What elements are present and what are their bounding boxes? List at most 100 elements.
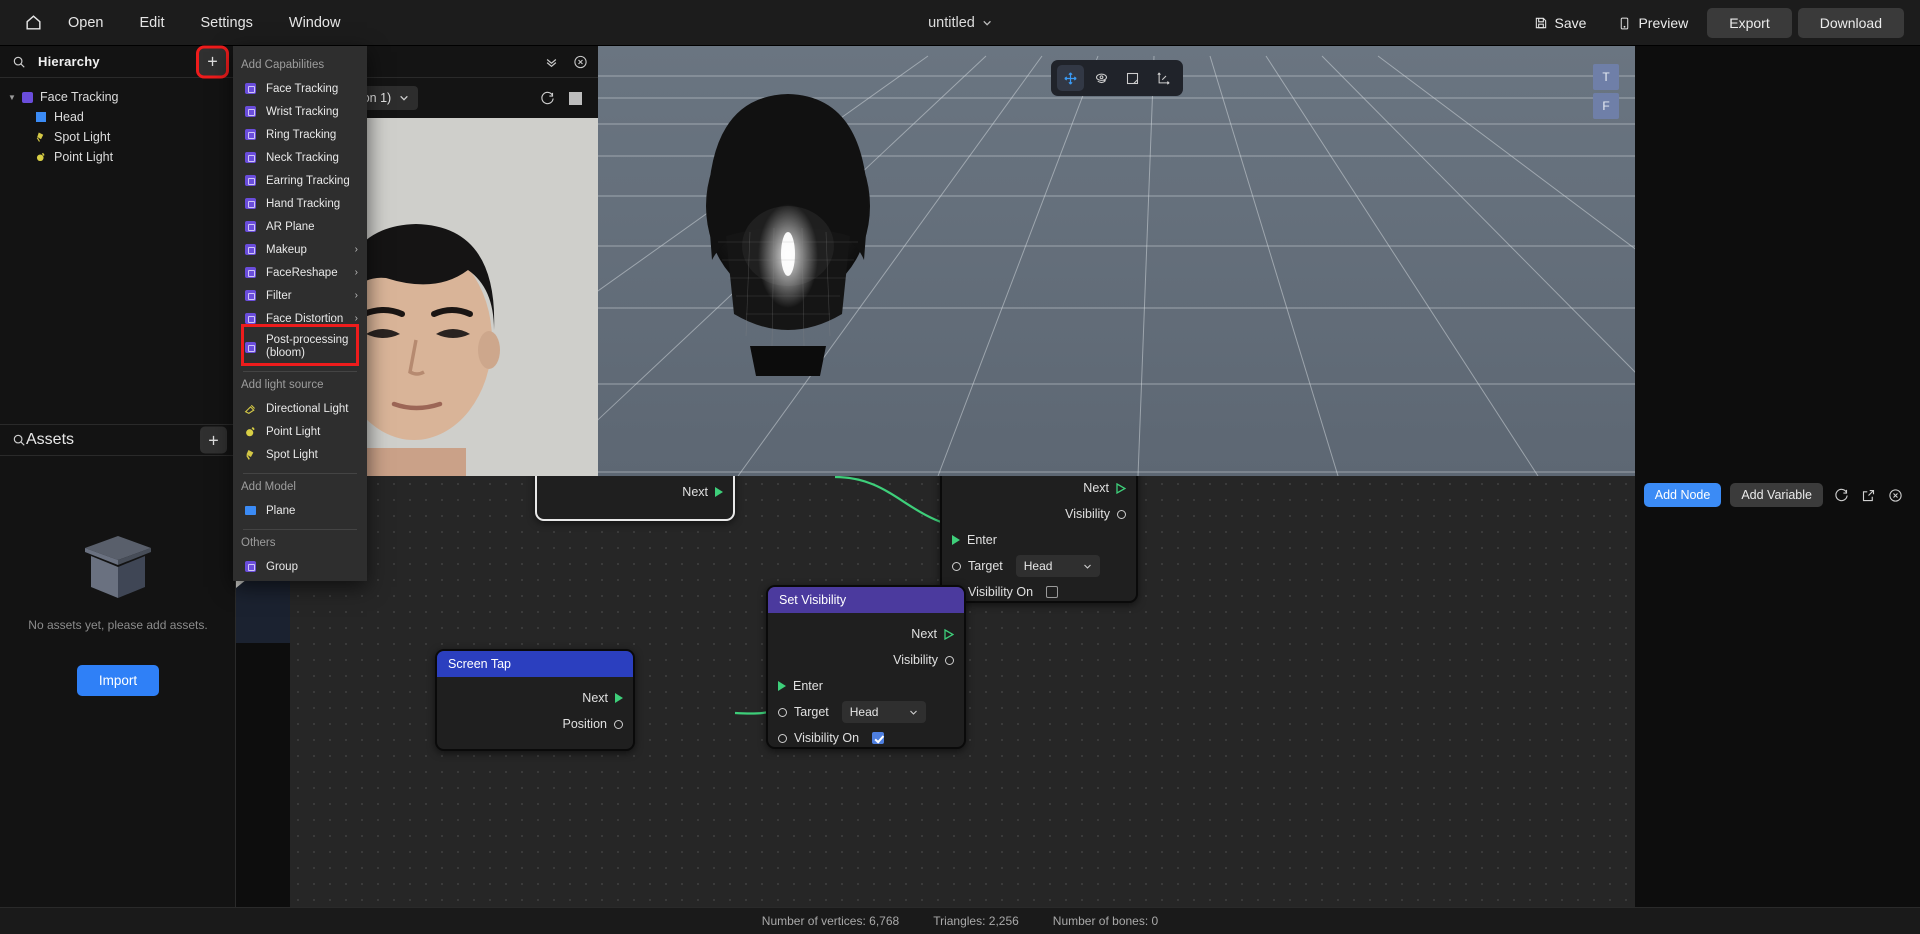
nodegraph-close-icon[interactable] (1886, 486, 1904, 504)
menu-item-ar-plane[interactable]: AR Plane (233, 215, 367, 238)
target-dropdown[interactable]: Head (1015, 555, 1100, 577)
menu-item-point-light[interactable]: Point Light (233, 420, 367, 443)
move-tool[interactable] (1056, 65, 1084, 91)
tree-item-head[interactable]: Head (0, 107, 235, 127)
scale-tool[interactable] (1119, 65, 1146, 91)
node-screen-tap[interactable]: Screen Tap Next Position (435, 649, 635, 751)
tree-item-point-light[interactable]: Point Light (0, 147, 235, 167)
data-port-icon[interactable] (778, 733, 787, 743)
export-button[interactable]: Export (1707, 8, 1792, 38)
target-dropdown[interactable]: Head (841, 701, 926, 723)
menu-item-directional-light[interactable]: Directional Light (233, 397, 367, 420)
node-title: Screen Tap (448, 657, 512, 671)
node-graph-canvas[interactable]: Start Next Screen Tap Next Position (290, 476, 1635, 907)
search-icon[interactable] (12, 55, 26, 69)
stop-square-icon[interactable] (569, 91, 582, 105)
node-set-visibility-1[interactable]: Set Visibility Next Visibility Enter Ta (940, 476, 1138, 603)
node-output-next[interactable]: Next (437, 685, 633, 711)
node-input-enter[interactable]: Enter (942, 527, 1136, 553)
menu-item-earring-tracking[interactable]: Earring Tracking (233, 169, 367, 192)
hierarchy-tree: ▼ Face Tracking Head Spot Light Point Li… (0, 78, 235, 167)
menu-section-header: Add light source (241, 379, 324, 391)
chevron-down-icon (400, 95, 409, 101)
menu-item-spot-light[interactable]: Spot Light (233, 443, 367, 466)
menu-item-filter[interactable]: Filter › (233, 284, 367, 307)
exec-port-icon[interactable] (715, 487, 723, 497)
mesh-icon (32, 110, 50, 124)
home-icon[interactable] (22, 12, 44, 34)
menu-item-label: Filter (266, 289, 292, 302)
save-button[interactable]: Save (1521, 8, 1600, 38)
assets-add-button[interactable]: + (200, 426, 227, 454)
node-input-target[interactable]: Target Head (768, 699, 964, 725)
menu-item-wrist-tracking[interactable]: Wrist Tracking (233, 100, 367, 123)
node-output-visibility[interactable]: Visibility (942, 501, 1136, 527)
menu-window[interactable]: Window (277, 11, 353, 35)
menu-item-post-processing-bloom[interactable]: Post-processing (bloom) (233, 330, 367, 364)
nodegraph-refresh-icon[interactable] (1832, 486, 1850, 504)
node-output-next[interactable]: Next (768, 621, 964, 647)
add-variable-button[interactable]: Add Variable (1730, 483, 1823, 507)
axis-gizmo[interactable]: T F (1593, 64, 1619, 119)
search-icon[interactable] (12, 433, 26, 447)
data-port-icon[interactable] (614, 719, 623, 729)
nodegraph-popout-icon[interactable] (1859, 486, 1877, 504)
menu-item-hand-tracking[interactable]: Hand Tracking (233, 192, 367, 215)
rotate-tool[interactable] (1088, 65, 1115, 91)
exec-port-icon[interactable] (615, 693, 623, 703)
import-button[interactable]: Import (76, 665, 160, 696)
axis-gizmo-bottom[interactable]: F (1593, 93, 1619, 119)
menu-item-face-tracking[interactable]: Face Tracking (233, 77, 367, 100)
data-port-icon[interactable] (945, 655, 954, 665)
hierarchy-add-button[interactable]: + (196, 45, 229, 78)
visibility-on-checkbox[interactable] (872, 732, 885, 744)
group-icon (243, 560, 257, 574)
transform-tool[interactable] (1150, 65, 1177, 91)
data-port-icon[interactable] (1117, 509, 1126, 519)
menu-item-group[interactable]: Group (233, 555, 367, 578)
menu-item-plane[interactable]: Plane (233, 499, 367, 522)
data-port-icon[interactable] (952, 561, 961, 571)
expand-caret-icon[interactable]: ▼ (6, 93, 18, 102)
tree-item-face-tracking[interactable]: ▼ Face Tracking (0, 87, 235, 107)
download-button[interactable]: Download (1797, 8, 1904, 38)
node-output-visibility[interactable]: Visibility (768, 647, 964, 673)
node-output-next[interactable]: Next (942, 476, 1136, 501)
capability-icon (243, 289, 257, 303)
node-start[interactable]: Start Next (535, 476, 735, 521)
menu-item-facereshape[interactable]: FaceReshape › (233, 261, 367, 284)
menu-item-neck-tracking[interactable]: Neck Tracking (233, 146, 367, 169)
exec-port-icon[interactable] (778, 681, 786, 691)
menu-open[interactable]: Open (56, 11, 115, 35)
node-output-position[interactable]: Position (437, 711, 633, 737)
node-output-next[interactable]: Next (537, 479, 733, 505)
axis-gizmo-top[interactable]: T (1593, 64, 1619, 90)
menu-item-ring-tracking[interactable]: Ring Tracking (233, 123, 367, 146)
menu-edit[interactable]: Edit (127, 11, 176, 35)
menu-item-face-distortion[interactable]: Face Distortion › (233, 307, 367, 330)
node-set-visibility-2[interactable]: Set Visibility Next Visibility Enter Tar… (766, 585, 966, 749)
project-title[interactable]: untitled (928, 15, 992, 31)
data-port-icon[interactable] (778, 707, 787, 717)
node-input-target[interactable]: Target Head (942, 553, 1136, 579)
point-light-icon (32, 150, 50, 164)
tree-item-spot-light[interactable]: Spot Light (0, 127, 235, 147)
exec-port-hollow-icon[interactable] (1116, 482, 1126, 494)
exec-port-hollow-icon[interactable] (944, 628, 954, 640)
menu-settings[interactable]: Settings (188, 11, 264, 35)
add-node-button[interactable]: Add Node (1643, 483, 1722, 507)
node-input-visibility-on[interactable]: Visibility On (942, 579, 1136, 601)
capability-icon (243, 105, 257, 119)
add-capabilities-menu[interactable]: Add Capabilities Face Tracking Wrist Tra… (233, 46, 367, 581)
preview-button[interactable]: Preview (1605, 8, 1701, 38)
menu-item-makeup[interactable]: Makeup › (233, 238, 367, 261)
node-input-visibility-on[interactable]: Visibility On (768, 725, 964, 747)
3d-viewport[interactable]: T F (598, 46, 1635, 476)
refresh-icon[interactable] (540, 91, 555, 106)
visibility-on-checkbox[interactable] (1046, 586, 1059, 598)
close-circle-icon[interactable] (573, 54, 588, 69)
node-input-enter[interactable]: Enter (768, 673, 964, 699)
chevrons-down-icon[interactable] (544, 54, 559, 69)
exec-port-icon[interactable] (952, 535, 960, 545)
chevron-down-icon (1083, 564, 1091, 569)
